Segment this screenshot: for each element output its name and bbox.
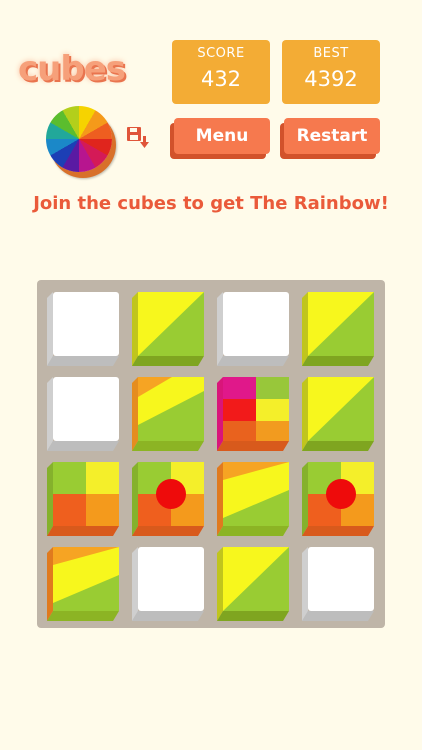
best-label: BEST	[313, 46, 349, 61]
cube-tile[interactable]	[217, 460, 293, 536]
score-label: SCORE	[197, 46, 245, 61]
game-board	[37, 280, 385, 628]
empty-tile[interactable]	[47, 290, 123, 366]
cube-tile[interactable]	[132, 375, 208, 451]
score-box: SCORE 432	[172, 40, 270, 104]
cube-tile[interactable]	[302, 460, 378, 536]
cube-tile[interactable]	[302, 290, 378, 366]
cube-tile[interactable]	[132, 290, 208, 366]
cube-tile[interactable]	[47, 545, 123, 621]
restart-button[interactable]: Restart	[284, 118, 380, 154]
menu-button[interactable]: Menu	[174, 118, 270, 154]
cube-tile[interactable]	[132, 460, 208, 536]
cube-tile[interactable]	[302, 375, 378, 451]
color-wheel-icon[interactable]	[46, 106, 112, 172]
empty-tile[interactable]	[47, 375, 123, 451]
best-score-box: BEST 4392	[282, 40, 380, 104]
cube-tile[interactable]	[217, 375, 293, 451]
empty-tile[interactable]	[302, 545, 378, 621]
empty-tile[interactable]	[217, 290, 293, 366]
best-value: 4392	[304, 67, 358, 91]
tagline: Join the cubes to get The Rainbow!	[33, 193, 389, 214]
save-download-icon[interactable]	[126, 126, 150, 150]
cube-tile[interactable]	[217, 545, 293, 621]
score-value: 432	[200, 67, 242, 91]
cubes-logo: cubes	[18, 49, 126, 89]
cube-tile[interactable]	[47, 460, 123, 536]
empty-tile[interactable]	[132, 545, 208, 621]
